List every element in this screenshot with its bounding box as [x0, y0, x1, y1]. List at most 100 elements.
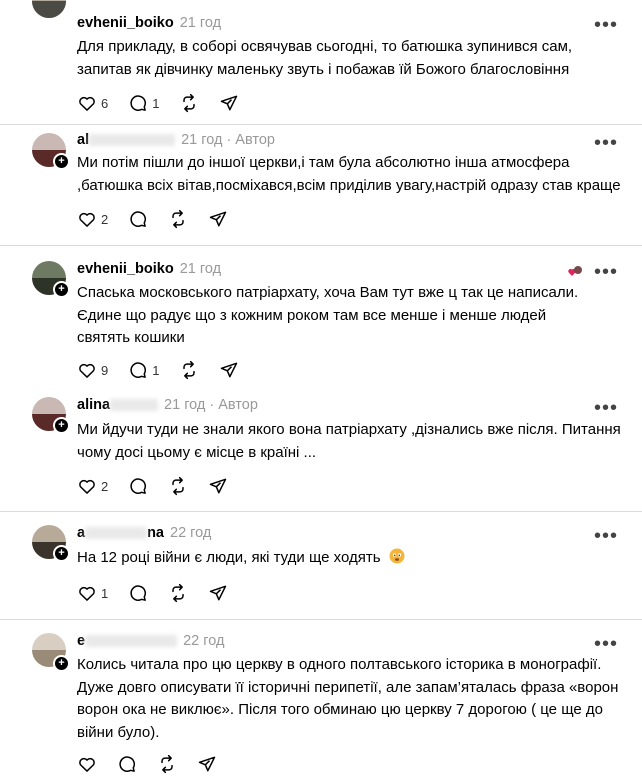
- like-button[interactable]: 2: [77, 476, 108, 496]
- comment-text: Ми йдучи туди не знали якого вона патріа…: [77, 421, 621, 461]
- reply-count: 1: [152, 362, 160, 378]
- plus-icon[interactable]: +: [53, 153, 70, 170]
- action-bar: 1: [77, 582, 248, 604]
- like-count: 1: [101, 585, 109, 601]
- comment-icon: [130, 211, 147, 227]
- plus-icon[interactable]: +: [53, 281, 70, 298]
- like-button[interactable]: [77, 754, 97, 774]
- username[interactable]: e: [77, 633, 85, 649]
- comment: + a na 22 год ••• На 12 році війни є люди,…: [0, 511, 642, 619]
- heart-icon: [79, 363, 95, 378]
- comment-header: e 22 год: [77, 633, 224, 653]
- comment-text: Колись читала про цю церкву в одного пол…: [77, 656, 619, 741]
- share-icon: [221, 95, 238, 111]
- action-bar: [77, 753, 237, 775]
- plus-icon[interactable]: +: [53, 545, 70, 562]
- plus-icon[interactable]: +: [53, 655, 70, 672]
- comment-header: al 21 год · Автор: [77, 132, 275, 148]
- more-icon[interactable]: •••: [594, 398, 618, 418]
- username[interactable]: a: [77, 525, 85, 541]
- author-badge: Автор: [235, 132, 275, 148]
- timestamp[interactable]: 22 год: [183, 633, 224, 649]
- avatar[interactable]: [32, 0, 66, 18]
- comment: + al 21 год · Автор ••• Ми потім пішли до і…: [0, 124, 642, 245]
- more-icon[interactable]: •••: [594, 526, 618, 546]
- reply-button[interactable]: [128, 209, 148, 229]
- reply-button[interactable]: [128, 583, 148, 603]
- more-icon[interactable]: •••: [594, 634, 618, 654]
- repost-button[interactable]: [157, 754, 177, 774]
- share-button[interactable]: [208, 583, 228, 603]
- repost-icon: [161, 754, 173, 774]
- repost-button[interactable]: [168, 209, 188, 229]
- repost-button[interactable]: [168, 476, 188, 496]
- like-button[interactable]: 1: [77, 583, 108, 603]
- liked-by-author-icon: [568, 266, 582, 276]
- heart-icon: [79, 586, 95, 601]
- heart-icon: [79, 96, 95, 111]
- share-icon: [209, 585, 227, 601]
- disappointed-face-icon: [389, 548, 405, 564]
- heart-icon: [79, 479, 95, 494]
- comment: + evhenii_boiko 21 год ••• Спаська москов…: [0, 245, 642, 385]
- like-button[interactable]: 2: [77, 209, 108, 229]
- comment-header: a na 22 год: [77, 525, 212, 541]
- comment: + e 22 год ••• Колись читала про цю церкв…: [0, 619, 642, 778]
- repost-icon: [172, 209, 184, 229]
- like-count: 2: [101, 478, 109, 494]
- action-bar: 9 1: [77, 359, 259, 381]
- like-button[interactable]: 9: [77, 360, 108, 380]
- repost-icon: [183, 360, 196, 380]
- like-count: 6: [101, 95, 109, 111]
- share-button[interactable]: [219, 93, 239, 113]
- like-button[interactable]: 6: [77, 93, 108, 113]
- like-count: 9: [101, 362, 109, 378]
- share-button[interactable]: [219, 360, 239, 380]
- heart-icon: [79, 757, 95, 772]
- comment-text: Ми потім пішли до іншої церкви,і там бул…: [77, 154, 621, 194]
- timestamp[interactable]: 22 год: [170, 525, 211, 541]
- comment: + alina 21 год · Автор ••• Ми йдучи туди не…: [0, 385, 642, 511]
- comment-text: На 12 році війни є люди, які туди ще ход…: [77, 547, 622, 570]
- comment-header: alina 21 год · Автор: [77, 397, 258, 413]
- reply-button[interactable]: [128, 476, 148, 496]
- share-button[interactable]: [208, 209, 228, 229]
- comment-icon: [130, 95, 147, 111]
- more-icon[interactable]: •••: [594, 15, 618, 35]
- share-button[interactable]: [197, 754, 217, 774]
- reply-button[interactable]: 1: [128, 360, 159, 380]
- plus-icon[interactable]: +: [53, 417, 70, 434]
- comment-icon: [130, 362, 147, 378]
- like-count: 2: [101, 211, 109, 227]
- comment-icon: [130, 585, 147, 601]
- repost-icon: [172, 476, 184, 496]
- timestamp[interactable]: 21 год: [180, 15, 221, 31]
- more-icon[interactable]: •••: [594, 262, 618, 282]
- repost-button[interactable]: [179, 360, 199, 380]
- username[interactable]: alina: [77, 397, 110, 413]
- reply-button[interactable]: 1: [128, 93, 159, 113]
- action-bar: 2: [77, 208, 248, 230]
- username[interactable]: evhenii_boiko: [77, 15, 174, 31]
- timestamp[interactable]: 21 год: [181, 132, 222, 148]
- reply-button[interactable]: [117, 754, 137, 774]
- repost-button[interactable]: [168, 583, 188, 603]
- comment-icon: [130, 478, 147, 494]
- comment-text: Для прикладу, в соборі освячував сьогодн…: [77, 38, 573, 78]
- share-icon: [209, 478, 227, 494]
- timestamp[interactable]: 21 год: [180, 261, 221, 277]
- author-badge: Автор: [218, 397, 258, 413]
- share-button[interactable]: [208, 476, 228, 496]
- share-icon: [198, 756, 216, 772]
- repost-button[interactable]: [179, 93, 199, 113]
- username[interactable]: al: [77, 132, 89, 148]
- share-icon: [209, 211, 227, 227]
- more-icon[interactable]: •••: [594, 133, 618, 153]
- share-icon: [221, 362, 238, 378]
- heart-icon: [79, 212, 95, 227]
- reply-count: 1: [152, 95, 160, 111]
- comment-text: Спаська московського патріархату, хоча В…: [77, 284, 579, 346]
- comment-header: evhenii_boiko 21 год: [77, 261, 221, 281]
- username[interactable]: evhenii_boiko: [77, 261, 174, 277]
- timestamp[interactable]: 21 год: [164, 397, 205, 413]
